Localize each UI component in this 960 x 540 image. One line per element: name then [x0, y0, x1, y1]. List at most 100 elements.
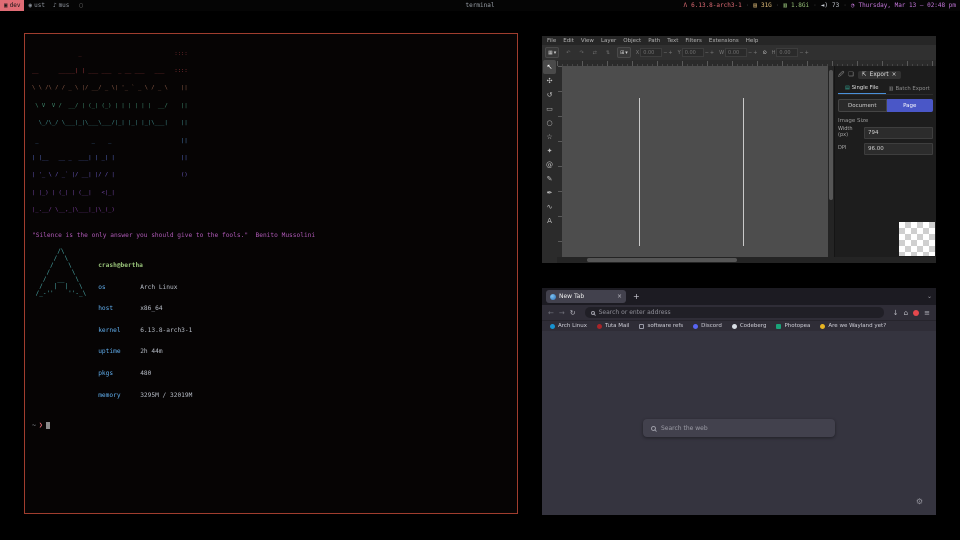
tool-pencil[interactable]: ✎: [543, 172, 556, 186]
selection-mode-dropdown[interactable]: ▦▾: [545, 47, 559, 58]
objects-panel-icon[interactable]: 🖉: [838, 70, 844, 80]
bookmark-photopea[interactable]: Photopea: [776, 323, 810, 329]
banner-line: _ _ _ ||: [32, 139, 510, 145]
bookmark-arch-linux[interactable]: Arch Linux: [550, 323, 587, 329]
layout-mode-icon[interactable]: ▢: [79, 2, 83, 9]
tool-3dbox[interactable]: ✦: [543, 144, 556, 158]
url-bar[interactable]: Search or enter address: [585, 307, 884, 318]
menu-help[interactable]: Help: [746, 38, 759, 44]
tool-selector[interactable]: ↖: [543, 60, 556, 74]
tool-pen[interactable]: ✒: [543, 186, 556, 200]
tab-list-chevron-icon[interactable]: ⌄: [927, 293, 932, 300]
flip-vertical-icon[interactable]: ⇅: [604, 50, 612, 56]
tab-new-tab[interactable]: New Tab ×: [546, 290, 626, 303]
dpi-row: DPI 96.00: [838, 143, 933, 155]
reload-button[interactable]: ↻: [570, 309, 576, 317]
status-modules: Λ 6.13.8-arch3-1 · ▤ 31G · ▥ 1.8Gi · ◄) …: [684, 2, 960, 9]
menu-object[interactable]: Object: [623, 38, 641, 44]
scrollbar-thumb[interactable]: [587, 258, 737, 262]
canvas[interactable]: [562, 66, 828, 257]
menu-button[interactable]: ≡: [924, 309, 930, 317]
x-coordinate-field[interactable]: X0.00−+: [636, 48, 673, 57]
width-input[interactable]: 794: [864, 127, 933, 139]
vertical-guide[interactable]: [743, 98, 744, 246]
search-placeholder: Search the web: [661, 425, 708, 432]
memory-usage: 1.8Gi: [791, 2, 809, 9]
new-tab-page: Search the web ⚙: [542, 331, 936, 515]
fetch-row: osArch Linux: [98, 284, 192, 291]
bookmark-are-we-wayland-yet[interactable]: Are we Wayland yet?: [820, 323, 886, 329]
menu-extensions[interactable]: Extensions: [709, 38, 739, 44]
terminal-window[interactable]: _ :::: __ _____| | ___ ___ _ __ ___ ___ …: [24, 33, 518, 514]
flip-horizontal-icon[interactable]: ⇄: [591, 50, 599, 56]
home-button[interactable]: ⌂: [904, 309, 908, 317]
bookmark-tuta-mail[interactable]: Tuta Mail: [597, 323, 629, 329]
fetch-row: kernel6.13.8-arch3-1: [98, 327, 192, 334]
adblock-extension-icon[interactable]: [913, 310, 919, 316]
banner-line: \ \ /\ / / _ \ |/ __/ _ \| '_ ` _ \ / _ …: [32, 86, 510, 92]
forward-button[interactable]: →: [559, 309, 565, 317]
close-tab-icon[interactable]: ×: [617, 293, 622, 300]
vertical-guide[interactable]: [639, 98, 640, 246]
width-field[interactable]: W0.00−+: [719, 48, 757, 57]
arch-logo-icon: Λ: [684, 2, 688, 9]
layers-panel-icon[interactable]: ❏: [848, 71, 853, 78]
menu-file[interactable]: File: [547, 38, 556, 44]
back-button[interactable]: ←: [548, 309, 554, 317]
horizontal-scrollbar[interactable]: [557, 257, 936, 263]
document-button[interactable]: Document: [838, 99, 887, 112]
rotate-cw-icon[interactable]: ↷: [577, 50, 585, 56]
personalize-gear-icon[interactable]: ⚙: [916, 497, 923, 506]
quote-line: "Silence is the only answer you should g…: [32, 232, 510, 239]
workspace-dev[interactable]: ▣ dev: [0, 0, 24, 11]
web-search-box[interactable]: Search the web: [643, 419, 835, 437]
tool-controls-bar: ▦▾ ↶ ↷ ⇄ ⇅ ⊞▾ X0.00−+ Y0.00−+ W0.00−+ ⊙ …: [542, 45, 936, 60]
tab-single-file[interactable]: ▤ Single File: [838, 83, 886, 94]
clock: Thursday, Mar 13 — 02:48 pm: [858, 2, 956, 9]
tab-batch-export[interactable]: ▥ Batch Export: [886, 83, 934, 94]
rotate-ccw-icon[interactable]: ↶: [564, 50, 572, 56]
tuta-favicon: [597, 324, 602, 329]
bookmark-codeberg[interactable]: Codeberg: [732, 323, 767, 329]
menu-text[interactable]: Text: [667, 38, 678, 44]
y-coordinate-field[interactable]: Y0.00−+: [678, 48, 714, 57]
new-tab-button[interactable]: +: [633, 292, 640, 301]
bookmark-discord[interactable]: Discord: [693, 323, 722, 329]
menu-view[interactable]: View: [581, 38, 594, 44]
snap-dropdown[interactable]: ⊞▾: [617, 47, 631, 58]
fetch-output: /\ / \ / \ / \ / __ \ / | | \ /_-'' ''-_…: [32, 248, 510, 414]
panel-dock-header: 🖉 ❏ ⇱ Export ×: [838, 68, 933, 81]
tool-calligraphy[interactable]: ∿: [543, 200, 556, 214]
tool-node-editor[interactable]: ✣: [543, 74, 556, 88]
arch-ascii-logo: /\ / \ / \ / \ / __ \ / | | \ /_-'' ''-_…: [32, 248, 86, 414]
lock-ratio-icon[interactable]: ⊙: [762, 50, 766, 56]
tool-rectangle[interactable]: ▭: [543, 102, 556, 116]
bookmark-folder-software-refs[interactable]: software refs: [639, 323, 683, 329]
user-host: crash@bertha: [98, 262, 192, 269]
scrollbar-thumb[interactable]: [829, 70, 833, 200]
tool-shape-builder[interactable]: ↺: [543, 88, 556, 102]
export-panel-tab[interactable]: ⇱ Export ×: [858, 71, 901, 79]
tool-star[interactable]: ☆: [543, 130, 556, 144]
height-field[interactable]: H0.00−+: [772, 48, 809, 57]
menu-path[interactable]: Path: [648, 38, 660, 44]
menu-filters[interactable]: Filters: [685, 38, 702, 44]
photopea-favicon: [776, 324, 781, 329]
close-icon[interactable]: ×: [892, 72, 897, 78]
export-panel: 🖉 ❏ ⇱ Export × ▤ Single File: [834, 66, 936, 257]
workspace-ust[interactable]: ◉ ust: [24, 2, 48, 9]
export-scope-buttons: Document Page: [838, 99, 933, 112]
banner-line: _ ::::: [32, 52, 510, 58]
tool-ellipse[interactable]: ○: [543, 116, 556, 130]
tool-text[interactable]: A: [543, 214, 556, 228]
urlbar-placeholder: Search or enter address: [599, 309, 671, 316]
downloads-button[interactable]: ↓: [893, 309, 899, 317]
shell-prompt[interactable]: ~ ❯: [32, 421, 510, 429]
workspace-mus[interactable]: ♪ mus: [49, 2, 73, 9]
menu-edit[interactable]: Edit: [563, 38, 574, 44]
tool-spiral[interactable]: @: [543, 158, 556, 172]
page-button[interactable]: Page: [887, 99, 934, 112]
dpi-input[interactable]: 96.00: [864, 143, 933, 155]
menu-layer[interactable]: Layer: [601, 38, 616, 44]
codeberg-favicon: [732, 324, 737, 329]
